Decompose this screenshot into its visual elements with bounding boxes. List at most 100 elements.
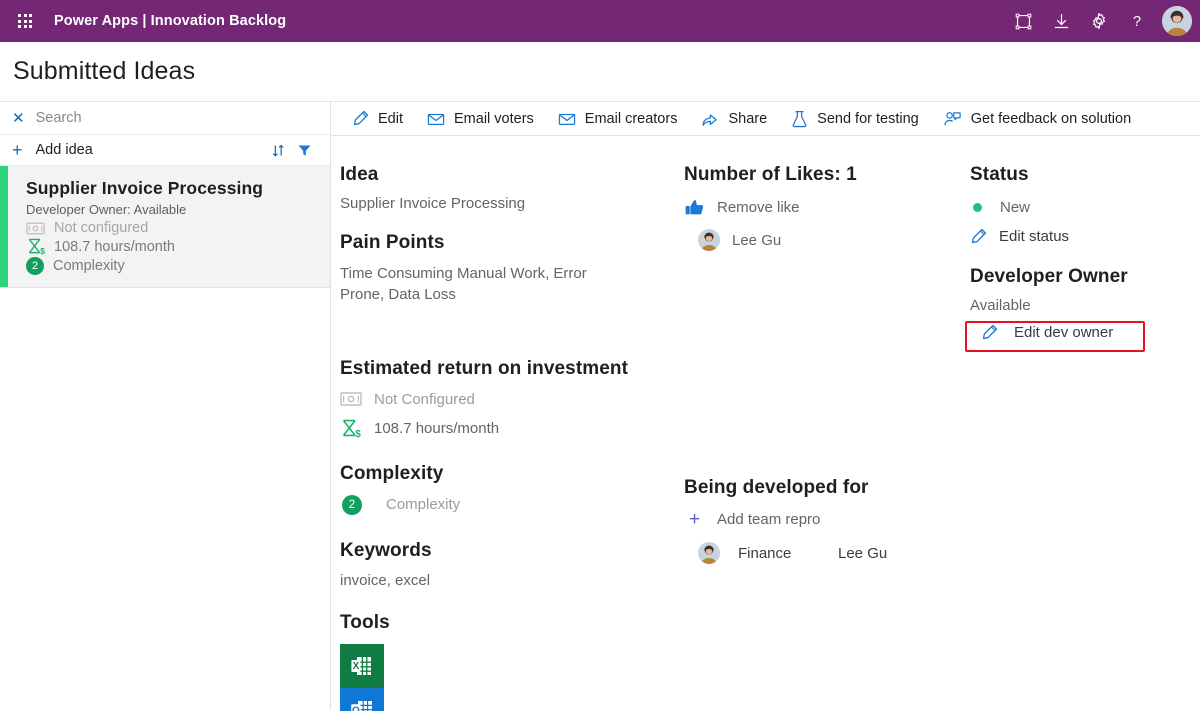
team-avatar — [698, 542, 720, 564]
pencil-icon — [982, 324, 998, 340]
filter-icon[interactable] — [291, 139, 317, 161]
send-for-testing-button[interactable]: Send for testing — [779, 102, 931, 135]
money-icon — [340, 392, 362, 406]
edit-dev-owner-label: Edit dev owner — [1014, 324, 1114, 341]
email-creators-label: Email creators — [584, 110, 678, 127]
suite-brand-title: Power Apps | Innovation Backlog — [54, 13, 287, 29]
mail-icon — [427, 113, 445, 125]
team-person: Lee Gu — [838, 544, 888, 562]
add-team-repro-label: Add team repro — [717, 511, 821, 528]
share-icon — [702, 113, 718, 126]
roi-money-value: Not Configured — [374, 390, 475, 408]
idea-item-subtitle: Developer Owner: Available — [26, 202, 187, 217]
likes-heading: Number of Likes: 1 — [684, 164, 857, 185]
idea-value: Supplier Invoice Processing — [340, 195, 526, 212]
idea-item-complexity-row: 2 Complexity — [26, 257, 318, 275]
status-value-row: New — [973, 199, 1200, 216]
idea-item-hours-row: $ 108.7 hours/month — [26, 238, 318, 255]
voter-row: Lee Gu — [698, 229, 969, 251]
suite-icon-group: ? — [1004, 2, 1192, 40]
add-idea-button[interactable]: Add idea — [36, 142, 93, 158]
share-button[interactable]: Share — [689, 102, 779, 135]
keywords-value: invoice, excel — [340, 571, 431, 589]
detail-column-social: Number of Likes: 1 Remove like Lee Gu Be… — [684, 136, 969, 564]
idea-item-money-value: Not configured — [54, 220, 149, 236]
add-team-repro-button[interactable]: + Add team repro — [684, 510, 969, 529]
detail-pane: Edit Email voters Email creators Share S… — [331, 102, 1200, 711]
dev-owner-heading: Developer Owner — [970, 266, 1128, 287]
svg-text:$: $ — [40, 246, 45, 255]
team-row: Finance Lee Gu — [698, 542, 969, 564]
idea-heading: Idea — [340, 164, 379, 185]
sort-icon[interactable] — [265, 139, 291, 161]
edit-status-button[interactable]: Edit status — [970, 228, 1200, 245]
idea-list-item[interactable]: Supplier Invoice Processing Developer Ow… — [0, 166, 330, 288]
idea-item-title: Supplier Invoice Processing — [26, 178, 264, 198]
idea-item-money-row: Not configured — [26, 220, 318, 236]
developed-for-heading: Being developed for — [684, 477, 869, 498]
user-avatar[interactable] — [1162, 6, 1192, 36]
detail-column-status: Status New Edit status Developer Owner A — [970, 136, 1200, 341]
search-input[interactable]: Search — [36, 110, 82, 126]
edit-button-label: Edit — [378, 110, 403, 127]
hourglass-dollar-icon: $ — [28, 238, 45, 255]
status-value: New — [1000, 199, 1031, 216]
app-root: Power Apps | Innovation Backlog ? Submit… — [0, 0, 1200, 711]
settings-gear-icon[interactable] — [1080, 2, 1118, 40]
roi-hours-row: $ 108.7 hours/month — [340, 419, 685, 438]
status-dot-icon — [973, 203, 982, 212]
suite-header: Power Apps | Innovation Backlog ? — [0, 0, 1200, 42]
pain-points-value: Time Consuming Manual Work, Error Prone,… — [340, 265, 587, 304]
edit-status-label: Edit status — [999, 228, 1070, 245]
roi-hours-value: 108.7 hours/month — [374, 419, 500, 437]
page-title-bar: Submitted Ideas — [0, 42, 1200, 102]
complexity-badge: 2 — [26, 257, 44, 275]
flask-icon — [792, 110, 807, 127]
complexity-heading: Complexity — [340, 462, 444, 484]
search-row[interactable]: ✕ Search — [0, 102, 330, 135]
remove-like-label: Remove like — [717, 199, 800, 216]
voter-name: Lee Gu — [732, 231, 782, 249]
pencil-icon — [353, 110, 369, 126]
detail-body: Idea Supplier Invoice Processing Pain Po… — [331, 136, 1200, 711]
get-feedback-button[interactable]: Get feedback on solution — [931, 102, 1143, 135]
close-icon[interactable]: ✕ — [12, 111, 25, 126]
detail-column-main: Idea Supplier Invoice Processing Pain Po… — [340, 136, 685, 711]
get-feedback-label: Get feedback on solution — [970, 110, 1132, 127]
feedback-person-icon — [944, 111, 961, 125]
remove-like-button[interactable]: Remove like — [684, 198, 969, 217]
add-idea-row: + Add idea — [0, 135, 330, 166]
idea-item-complexity-label: Complexity — [53, 258, 125, 274]
excel-icon[interactable]: X — [340, 643, 384, 688]
money-icon — [26, 222, 45, 234]
complexity-row: 2 Complexity — [340, 494, 685, 515]
svg-text:X: X — [353, 661, 360, 672]
dev-owner-value: Available — [970, 297, 1031, 314]
email-voters-label: Email voters — [454, 110, 534, 127]
complexity-badge: 2 — [342, 494, 362, 515]
email-voters-button[interactable]: Email voters — [415, 102, 546, 135]
share-button-label: Share — [728, 110, 768, 127]
plus-icon: + — [688, 509, 701, 530]
outlook-icon[interactable]: O — [340, 687, 384, 711]
send-for-testing-label: Send for testing — [817, 110, 919, 127]
fit-to-screen-icon[interactable] — [1004, 2, 1042, 40]
hourglass-dollar-icon: $ — [342, 419, 361, 438]
idea-accent-bar — [0, 166, 8, 287]
svg-text:?: ? — [1133, 14, 1141, 30]
waffle-grid-icon[interactable] — [10, 6, 40, 36]
edit-dev-owner-button[interactable]: Edit dev owner — [981, 324, 1200, 341]
complexity-label: Complexity — [386, 496, 461, 514]
tools-heading: Tools — [340, 611, 390, 633]
help-icon[interactable]: ? — [1118, 2, 1156, 40]
body-split: ✕ Search + Add idea Supplier Invoice Pro… — [0, 102, 1200, 711]
thumbs-up-icon — [685, 200, 704, 215]
svg-text:O: O — [352, 705, 360, 711]
mail-icon — [558, 113, 575, 125]
page-title: Submitted Ideas — [13, 57, 196, 85]
roi-heading: Estimated return on investment — [340, 357, 629, 379]
plus-icon[interactable]: + — [12, 141, 23, 159]
download-icon[interactable] — [1042, 2, 1080, 40]
email-creators-button[interactable]: Email creators — [546, 102, 690, 135]
edit-button[interactable]: Edit — [340, 102, 415, 135]
